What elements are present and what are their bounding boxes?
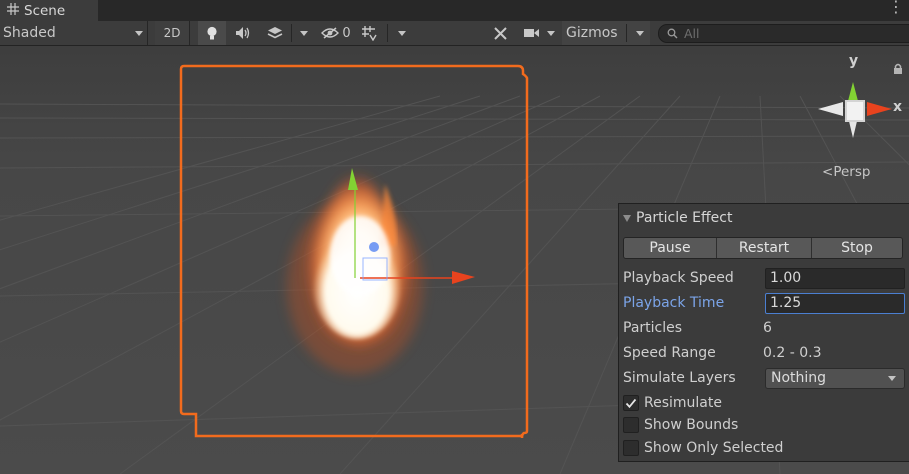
foldout-triangle-icon[interactable] — [623, 214, 631, 222]
show-only-selected-label: Show Only Selected — [644, 440, 784, 456]
grid-snap-dropdown[interactable] — [358, 21, 408, 45]
show-bounds-toggle[interactable]: Show Bounds — [623, 414, 907, 436]
search-placeholder: All — [684, 26, 700, 41]
tab-scene-label: Scene — [24, 2, 66, 19]
arrow-left-icon: < — [822, 164, 834, 180]
light-bulb-icon — [207, 26, 217, 39]
chevron-down-icon — [135, 30, 143, 36]
grid-snap-icon — [361, 26, 377, 41]
hidden-count: 0 — [342, 25, 351, 41]
particle-effect-panel: Particle Effect Pause Restart Stop Playb… — [618, 203, 909, 462]
show-only-selected-toggle[interactable]: Show Only Selected — [623, 437, 907, 459]
search-input[interactable]: All — [658, 24, 909, 43]
window-tab-bar: Scene ⋮ — [0, 0, 909, 21]
2d-mode-button[interactable]: 2D — [155, 21, 190, 45]
pause-button[interactable]: Pause — [624, 238, 717, 258]
x-axis-label: x — [893, 99, 903, 115]
chevron-down-icon — [547, 30, 555, 36]
effects-dropdown[interactable] — [260, 21, 314, 45]
chevron-down-icon — [888, 375, 896, 381]
camera-dropdown[interactable] — [518, 21, 560, 45]
playback-time-row: Playback Time 1.25 — [623, 292, 907, 314]
tools-icon — [493, 26, 507, 40]
camera-icon — [524, 29, 539, 37]
resimulate-toggle[interactable]: Resimulate — [623, 392, 907, 414]
speaker-icon — [236, 27, 250, 39]
stop-button[interactable]: Stop — [812, 238, 902, 258]
particles-row: Particles 6 — [623, 317, 907, 339]
eye-hidden-icon — [321, 27, 340, 39]
panel-title: Particle Effect — [636, 210, 733, 226]
speed-range-row: Speed Range 0.2 - 0.3 — [623, 342, 907, 364]
chevron-down-icon — [636, 30, 644, 36]
projection-toggle[interactable]: <Persp — [822, 164, 870, 180]
hidden-objects-toggle[interactable]: 0 — [316, 21, 356, 45]
lock-icon[interactable] — [893, 63, 903, 74]
audio-toggle[interactable] — [229, 21, 257, 45]
resimulate-checkbox[interactable] — [623, 395, 639, 411]
search-icon — [667, 28, 678, 39]
playback-speed-row: Playback Speed 1.00 — [623, 267, 907, 289]
particles-label: Particles — [623, 320, 683, 336]
chevron-down-icon — [299, 30, 308, 36]
panel-header[interactable]: Particle Effect — [623, 210, 732, 226]
2d-mode-label: 2D — [163, 26, 181, 40]
more-options-icon[interactable]: ⋮ — [888, 0, 904, 15]
projection-label: Persp — [833, 164, 871, 180]
gizmos-dropdown[interactable]: Gizmos — [562, 21, 650, 45]
lighting-toggle[interactable] — [198, 21, 226, 45]
chevron-down-icon — [397, 30, 406, 36]
show-bounds-checkbox[interactable] — [623, 417, 639, 433]
show-bounds-label: Show Bounds — [644, 417, 739, 433]
gizmos-label: Gizmos — [566, 25, 618, 41]
restart-button[interactable]: Restart — [717, 238, 812, 258]
speed-range-value: 0.2 - 0.3 — [763, 345, 822, 361]
simulate-layers-label: Simulate Layers — [623, 370, 736, 386]
playback-time-label: Playback Time — [623, 295, 725, 311]
shading-mode-label: Shaded — [3, 25, 56, 41]
playback-time-field[interactable]: 1.25 — [765, 292, 905, 314]
show-only-selected-checkbox[interactable] — [623, 440, 639, 456]
particles-value: 6 — [763, 320, 772, 336]
playback-speed-field[interactable]: 1.00 — [765, 267, 905, 289]
simulate-layers-dropdown[interactable]: Nothing — [765, 367, 905, 389]
shading-mode-dropdown[interactable]: Shaded — [0, 21, 148, 45]
simulate-layers-value: Nothing — [771, 370, 827, 386]
resimulate-label: Resimulate — [644, 395, 722, 411]
layers-icon — [267, 27, 282, 39]
playback-button-group: Pause Restart Stop — [623, 237, 903, 259]
speed-range-label: Speed Range — [623, 345, 716, 361]
grid-icon — [7, 2, 19, 19]
scene-toolbar: Shaded 2D 0 Gizmos All — [0, 21, 909, 46]
playback-speed-label: Playback Speed — [623, 270, 734, 286]
tools-button[interactable] — [486, 21, 514, 45]
simulate-layers-row: Simulate Layers Nothing — [623, 367, 907, 389]
checkmark-icon — [625, 398, 637, 408]
y-axis-label: y — [849, 53, 859, 69]
tab-scene[interactable]: Scene — [0, 0, 98, 21]
